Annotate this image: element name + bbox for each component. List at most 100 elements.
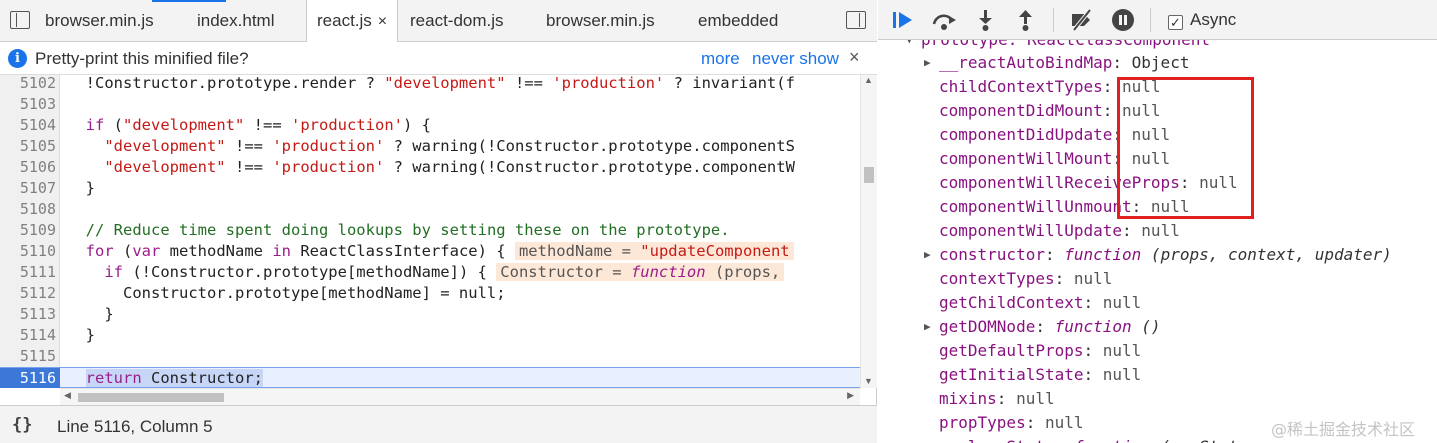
code-line[interactable]: 5114 } bbox=[0, 325, 860, 346]
line-number[interactable]: 5110 bbox=[0, 241, 56, 262]
code-text: !Constructor.prototype.render ? "develop… bbox=[67, 75, 795, 92]
current-code-line[interactable]: 5116 return Constructor; bbox=[0, 367, 860, 388]
property-key: replaceState bbox=[939, 437, 1055, 443]
debugger-toolbar: ✓ Async bbox=[878, 0, 1437, 40]
step-into-icon[interactable] bbox=[976, 8, 996, 32]
sources-panel: browser.min.js index.html react.js × reac… bbox=[0, 0, 877, 443]
vertical-scrollbar[interactable]: ▲ ▼ bbox=[860, 75, 877, 388]
async-label: Async bbox=[1190, 10, 1237, 29]
property-key: getInitialState bbox=[939, 365, 1084, 384]
horizontal-scrollbar[interactable]: ◀ ▶ bbox=[60, 388, 860, 405]
property-value: null bbox=[1102, 293, 1142, 312]
code-line[interactable]: 5112 Constructor.prototype[methodName] =… bbox=[0, 283, 860, 304]
line-number[interactable]: 5105 bbox=[0, 136, 56, 157]
property-key: constructor bbox=[939, 245, 1045, 264]
code-text: } bbox=[67, 179, 95, 197]
code-editor[interactable]: 5102 !Constructor.prototype.render ? "de… bbox=[0, 75, 860, 388]
property-key: componentWillMount bbox=[939, 149, 1113, 168]
tab-react-dom-js[interactable]: react-dom.js bbox=[410, 0, 504, 42]
async-checkbox[interactable]: ✓ bbox=[1168, 15, 1183, 30]
scroll-up-icon[interactable]: ▲ bbox=[864, 75, 873, 85]
info-icon: i bbox=[8, 49, 27, 68]
property-value: null bbox=[1073, 269, 1113, 288]
property-value: null bbox=[1016, 389, 1055, 408]
code-line[interactable]: 5106 "development" !== 'production' ? wa… bbox=[0, 157, 860, 178]
property-key: childContextTypes bbox=[939, 77, 1103, 96]
scroll-left-icon[interactable]: ◀ bbox=[64, 390, 71, 401]
property-key: componentWillUnmount bbox=[939, 197, 1132, 216]
function-args: (props, context, updater) bbox=[1141, 245, 1392, 264]
never-show-link[interactable]: never show bbox=[752, 49, 839, 69]
step-out-icon[interactable] bbox=[1016, 8, 1036, 32]
code-line[interactable]: 5109 // Reduce time spent doing lookups … bbox=[0, 220, 860, 241]
editor-status-bar: {} Line 5116, Column 5 bbox=[0, 405, 877, 443]
deactivate-breakpoints-icon[interactable] bbox=[1068, 8, 1096, 32]
code-text: // Reduce time spent doing lookups by se… bbox=[85, 221, 730, 239]
line-number[interactable]: 5115 bbox=[0, 346, 56, 367]
code-text: "development" !== 'production' ? warning… bbox=[104, 158, 795, 176]
line-number[interactable]: 5112 bbox=[0, 283, 56, 304]
code-line[interactable]: 5105 "development" !== 'production' ? wa… bbox=[0, 136, 860, 157]
watermark: @稀土掘金技术社区 bbox=[1271, 420, 1416, 439]
property-value: null bbox=[1141, 221, 1180, 240]
pretty-print-icon[interactable]: {} bbox=[12, 415, 32, 435]
property-key: __reactAutoBindMap bbox=[939, 53, 1113, 72]
tab-react-js[interactable]: react.js × bbox=[306, 0, 399, 43]
close-tab-icon[interactable]: × bbox=[378, 13, 387, 30]
step-over-icon[interactable] bbox=[930, 8, 958, 32]
line-number[interactable]: 5113 bbox=[0, 304, 56, 325]
scroll-right-icon[interactable]: ▶ bbox=[847, 390, 854, 401]
line-number[interactable]: 5114 bbox=[0, 325, 56, 346]
cursor-position: Line 5116, Column 5 bbox=[57, 417, 213, 436]
line-number[interactable]: 5106 bbox=[0, 157, 56, 178]
code-line[interactable]: 5102 !Constructor.prototype.render ? "de… bbox=[0, 75, 860, 94]
code-line[interactable]: 5115 bbox=[0, 346, 860, 367]
line-number[interactable]: 5103 bbox=[0, 94, 56, 115]
tab-browser-min-js-2[interactable]: browser.min.js bbox=[546, 0, 655, 42]
property-key: getDOMNode bbox=[939, 317, 1036, 336]
code-text: "development" !== 'production' ? warning… bbox=[104, 137, 795, 155]
property-key: getChildContext bbox=[939, 293, 1084, 312]
pause-on-exceptions-icon[interactable] bbox=[1111, 8, 1135, 32]
code-line[interactable]: 5111 if (!Constructor.prototype[methodNa… bbox=[0, 262, 860, 283]
tab-browser-min-js[interactable]: browser.min.js bbox=[45, 0, 154, 42]
scroll-down-icon[interactable]: ▼ bbox=[864, 376, 873, 386]
expand-triangle-icon[interactable]: ▶ bbox=[924, 435, 931, 443]
code-line[interactable]: 5113 } bbox=[0, 304, 860, 325]
more-link[interactable]: more bbox=[701, 49, 740, 69]
collapse-triangle-icon[interactable]: ▼ bbox=[906, 40, 913, 52]
line-number[interactable]: 5104 bbox=[0, 115, 56, 136]
expand-triangle-icon[interactable]: ▶ bbox=[924, 315, 931, 339]
code-line[interactable]: 5104 if ("development" !== 'production')… bbox=[0, 115, 860, 136]
async-toggle[interactable]: ✓ Async bbox=[1168, 10, 1236, 30]
tab-embedded[interactable]: embedded bbox=[698, 0, 778, 42]
close-icon[interactable]: × bbox=[849, 47, 860, 68]
code-line[interactable]: 5103 bbox=[0, 94, 860, 115]
line-number[interactable]: 5108 bbox=[0, 199, 56, 220]
expand-triangle-icon[interactable]: ▶ bbox=[924, 243, 931, 267]
code-text: Constructor.prototype[methodName] = null… bbox=[67, 284, 506, 302]
code-text: if ("development" !== 'production') { bbox=[85, 116, 431, 134]
line-number[interactable]: 5116 bbox=[0, 368, 60, 388]
code-line[interactable]: 5110 for (var methodName in ReactClassIn… bbox=[0, 241, 860, 262]
line-number[interactable]: 5102 bbox=[0, 75, 56, 94]
scrollbar-thumb[interactable] bbox=[78, 393, 224, 402]
property-key: getDefaultProps bbox=[939, 341, 1084, 360]
expand-triangle-icon[interactable]: ▶ bbox=[924, 51, 931, 75]
toggle-navigator-icon[interactable] bbox=[10, 11, 30, 29]
property-key: contextTypes bbox=[939, 269, 1055, 288]
line-number[interactable]: 5109 bbox=[0, 220, 56, 241]
line-number[interactable]: 5107 bbox=[0, 178, 56, 199]
debugger-sidebar: ✓Async ▼ prototype: ReactClassComponent … bbox=[878, 0, 1437, 443]
toggle-debugger-icon[interactable] bbox=[846, 11, 866, 29]
code-line[interactable]: 5108 bbox=[0, 199, 860, 220]
line-number[interactable]: 5111 bbox=[0, 262, 56, 283]
tab-label: react.js bbox=[317, 11, 372, 30]
tab-label: embedded bbox=[698, 11, 779, 30]
property-key: componentWillUpdate bbox=[939, 221, 1123, 240]
function-args: () bbox=[1131, 317, 1161, 336]
resume-icon[interactable] bbox=[891, 8, 915, 32]
tab-index-html[interactable]: index.html bbox=[197, 0, 274, 42]
code-line[interactable]: 5107 } bbox=[0, 178, 860, 199]
scrollbar-thumb[interactable] bbox=[864, 167, 874, 183]
